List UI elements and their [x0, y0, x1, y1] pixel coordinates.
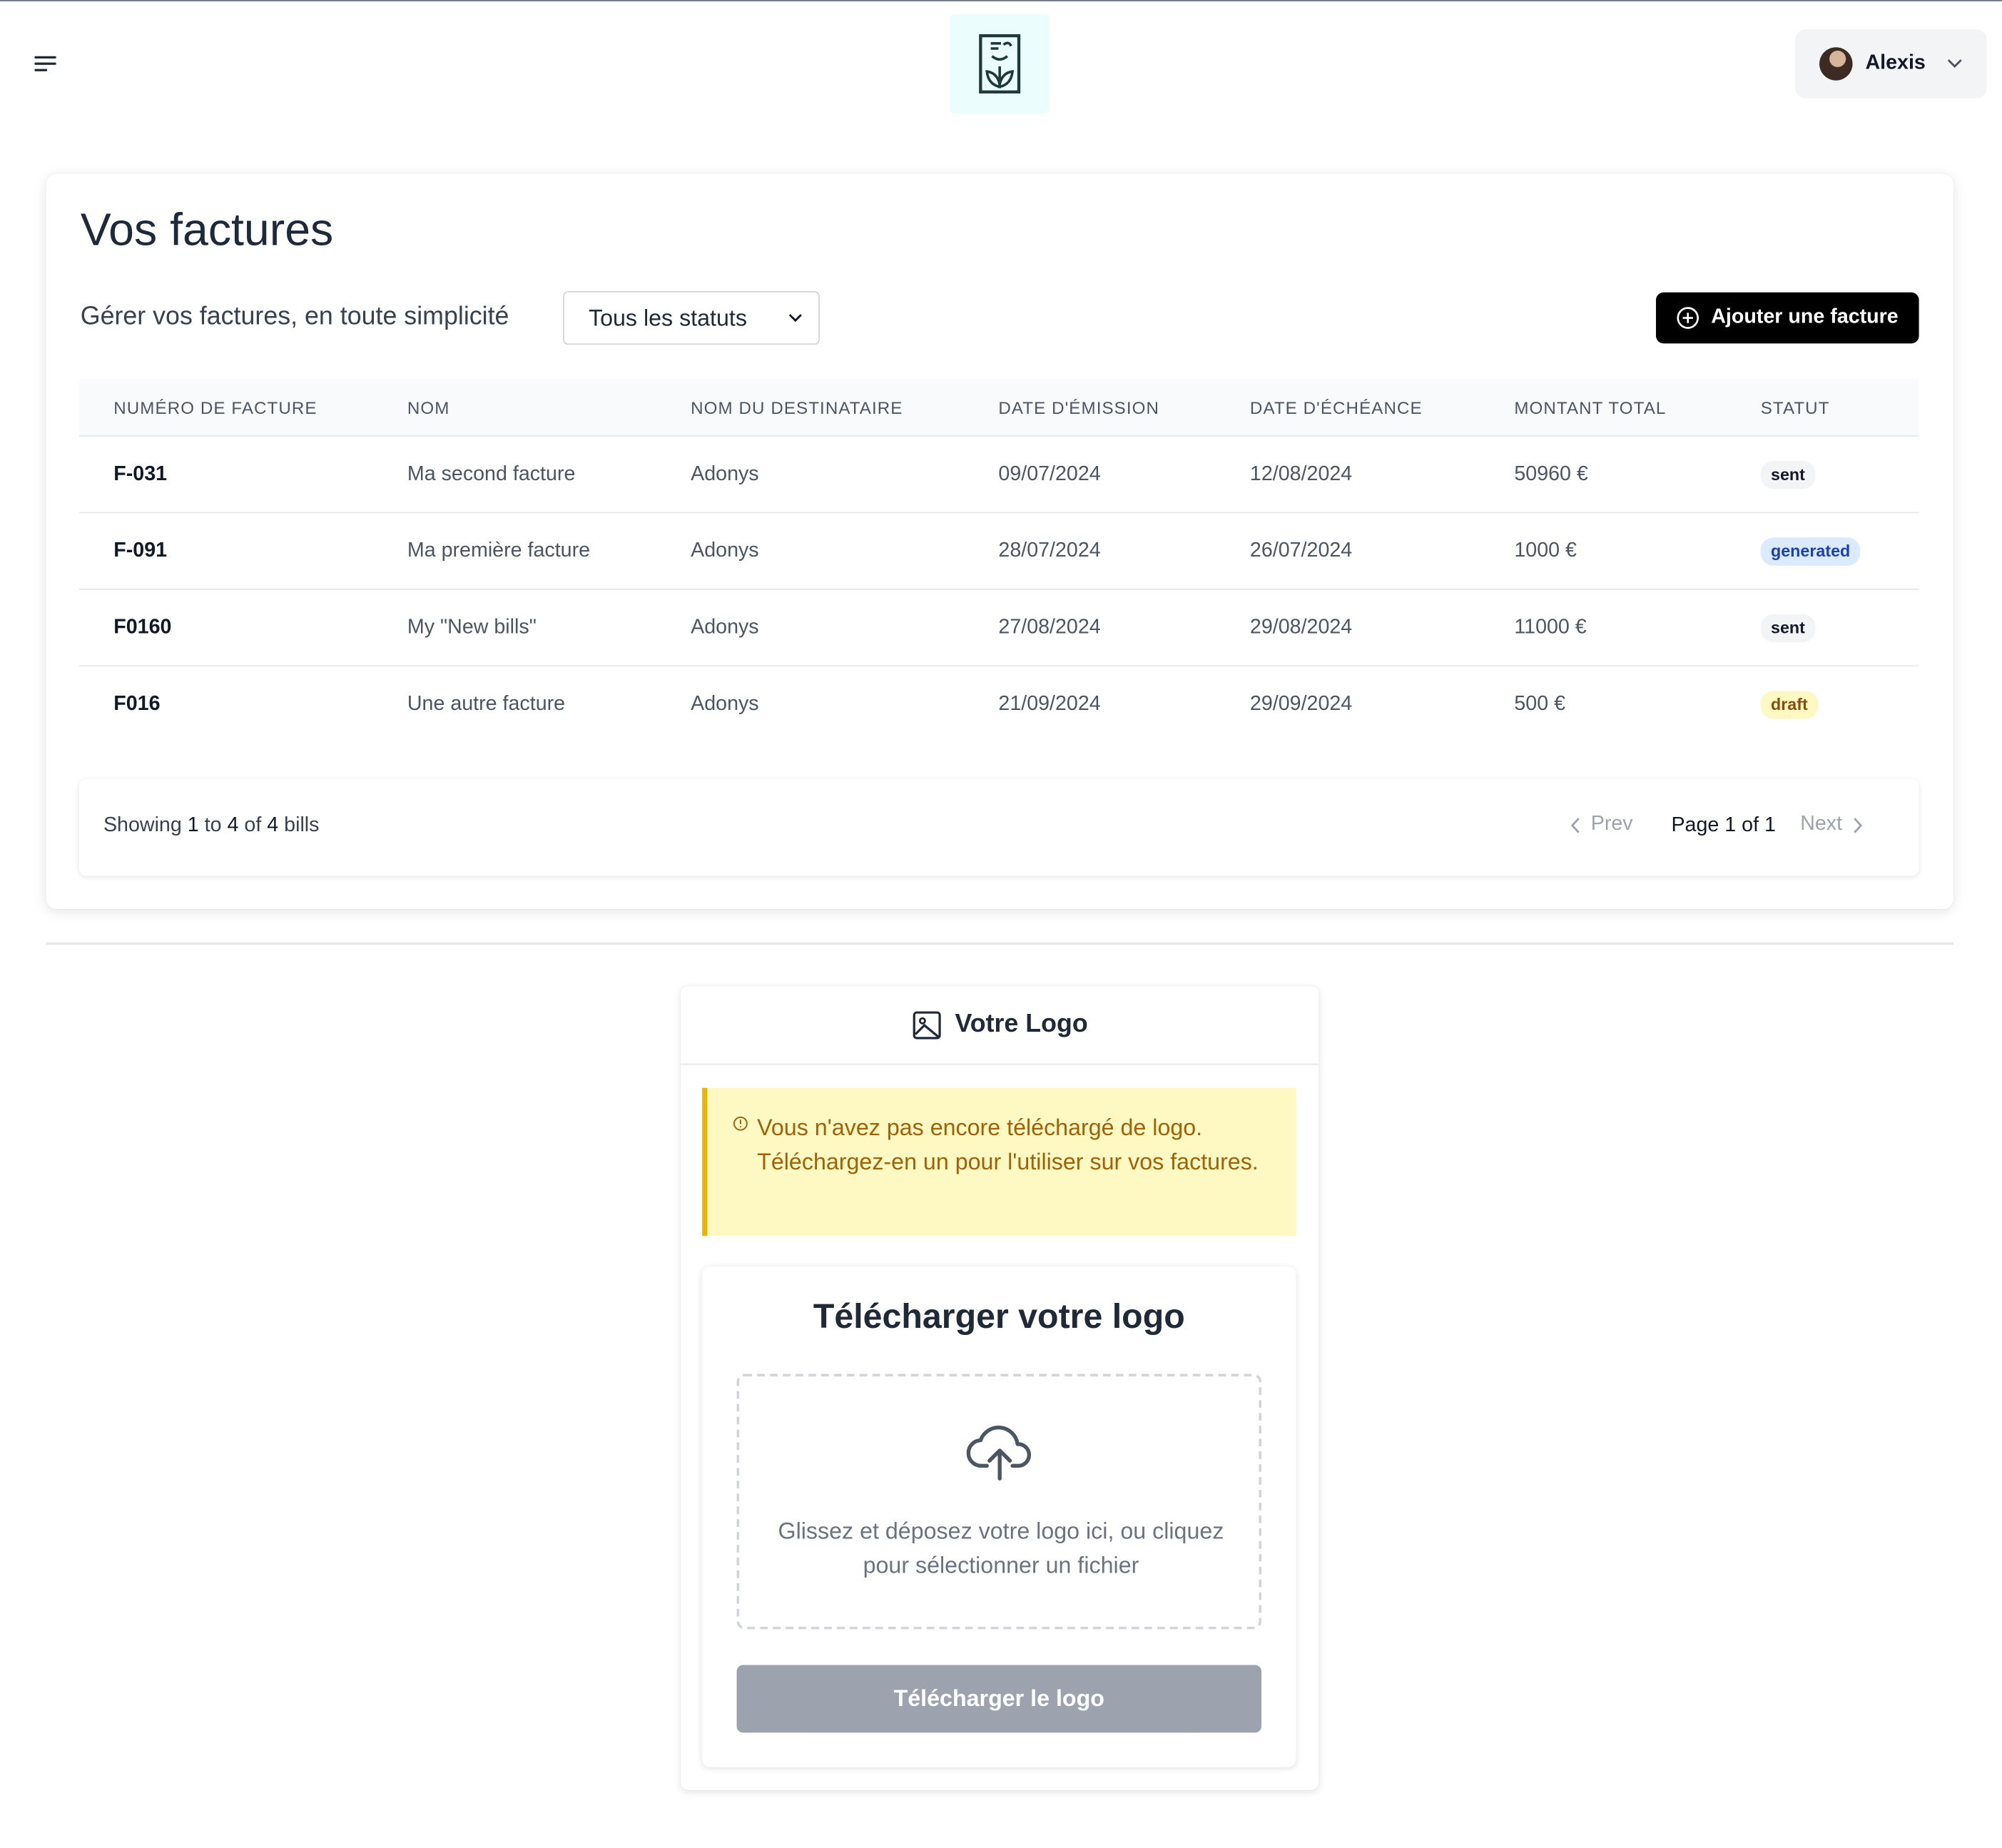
status-filter-value: Tous les statuts [588, 304, 747, 330]
invoice-name: Ma première facture [407, 539, 591, 562]
invoice-recipient: Adonys [691, 463, 759, 486]
column-header-status[interactable]: Statut [1761, 398, 1830, 417]
invoice-recipient: Adonys [691, 693, 759, 716]
upload-title: Télécharger votre logo [813, 1297, 1185, 1336]
showing-summary: Showing 1 to 4 of 4 bills [103, 814, 320, 837]
info-circle-icon [733, 1116, 748, 1131]
status-badge: generated [1760, 537, 1861, 566]
page-subtitle: Gérer vos factures, en toute simplicité [80, 303, 509, 331]
table-row[interactable]: F-031 Ma second facture Adonys 09/07/202… [78, 437, 1919, 514]
status-badge: sent [1760, 614, 1816, 643]
add-invoice-label: Ajouter une facture [1711, 306, 1899, 328]
page-indicator: Page 1 of 1 [1671, 814, 1776, 837]
user-menu-button[interactable]: Alexis [1795, 29, 1987, 98]
invoice-issue-date: 28/07/2024 [998, 539, 1101, 562]
column-header-name[interactable]: Nom [407, 398, 450, 417]
prev-page-button[interactable]: Prev [1570, 813, 1633, 836]
invoice-number: F0160 [113, 616, 172, 639]
invoices-table-header: Numéro de facture Nom Nom du destinatair… [78, 379, 1919, 437]
invoice-due-date: 29/09/2024 [1249, 693, 1353, 716]
invoice-due-date: 26/07/2024 [1249, 539, 1353, 562]
invoice-total: 50960 € [1514, 463, 1588, 486]
page-title: Vos factures [80, 203, 334, 255]
dropzone-text: Glissez et déposez votre logo ici, ou cl… [778, 1518, 1224, 1578]
next-label: Next [1800, 813, 1843, 836]
invoice-name: Ma second facture [407, 463, 576, 486]
column-header-due-date[interactable]: Date d'échéance [1250, 398, 1423, 417]
invoice-name: My "New bills" [407, 616, 537, 639]
invoice-issue-date: 27/08/2024 [998, 616, 1101, 639]
invoice-total: 500 € [1514, 693, 1566, 716]
user-name: Alexis [1865, 52, 1926, 74]
upload-panel: Télécharger votre logo Glissez et dépose… [702, 1266, 1296, 1767]
chevron-down-icon [788, 314, 802, 323]
pagination-bar: Showing 1 to 4 of 4 bills Prev Page 1 of… [78, 778, 1919, 876]
menu-button[interactable] [28, 47, 63, 81]
plus-circle-icon [1677, 307, 1699, 329]
invoice-due-date: 29/08/2024 [1249, 616, 1353, 639]
logo-dropzone[interactable]: Glissez et déposez votre logo ici, ou cl… [736, 1374, 1262, 1630]
status-badge: draft [1760, 691, 1819, 719]
chevron-down-icon [1948, 59, 1962, 68]
app-logo[interactable] [950, 14, 1050, 114]
column-header-number[interactable]: Numéro de facture [113, 398, 317, 417]
invoice-total: 11000 € [1514, 616, 1587, 639]
column-header-issue-date[interactable]: Date d'émission [998, 398, 1159, 417]
avatar [1819, 47, 1853, 81]
menu-icon [34, 56, 56, 71]
table-row[interactable]: F016 Une autre facture Adonys 21/09/2024… [79, 666, 1919, 743]
logo-card: Votre Logo Vous n'avez pas encore téléch… [680, 985, 1319, 1790]
no-logo-warning: Vous n'avez pas encore téléchargé de log… [702, 1087, 1296, 1237]
image-icon [913, 1010, 941, 1039]
chevron-right-icon [1854, 817, 1862, 833]
chevron-left-icon [1570, 817, 1580, 833]
add-invoice-button[interactable]: Ajouter une facture [1655, 292, 1919, 344]
next-page-button[interactable]: Next [1800, 813, 1863, 836]
table-row[interactable]: F0160 My "New bills" Adonys 27/08/2024 2… [78, 590, 1919, 667]
invoice-issue-date: 09/07/2024 [998, 463, 1101, 486]
invoice-number: F-031 [113, 463, 168, 486]
section-divider [46, 942, 1953, 945]
upload-logo-button[interactable]: Télécharger le logo [736, 1665, 1262, 1733]
invoice-issue-date: 21/09/2024 [998, 693, 1101, 716]
invoice-total: 1000 € [1514, 539, 1577, 562]
status-filter-select[interactable]: Tous les statuts [563, 291, 820, 345]
invoice-number: F-091 [113, 539, 168, 562]
table-row[interactable]: F-091 Ma première facture Adonys 28/07/2… [78, 513, 1919, 590]
invoice-number: F016 [113, 693, 161, 716]
column-header-recipient[interactable]: Nom du destinataire [691, 398, 903, 417]
cloud-upload-icon [966, 1426, 1032, 1481]
status-badge: sent [1760, 461, 1816, 489]
invoice-recipient: Adonys [691, 539, 759, 562]
column-header-total[interactable]: Montant total [1514, 398, 1666, 417]
warning-text: Vous n'avez pas encore téléchargé de log… [757, 1115, 1259, 1175]
prev-label: Prev [1590, 813, 1633, 836]
invoice-recipient: Adonys [691, 616, 759, 639]
invoice-due-date: 12/08/2024 [1249, 463, 1353, 486]
logo-card-header: Votre Logo [680, 985, 1319, 1065]
logo-card-title: Votre Logo [955, 1010, 1088, 1038]
invoice-name: Une autre facture [407, 693, 566, 716]
invoice-logo-icon [979, 34, 1021, 93]
